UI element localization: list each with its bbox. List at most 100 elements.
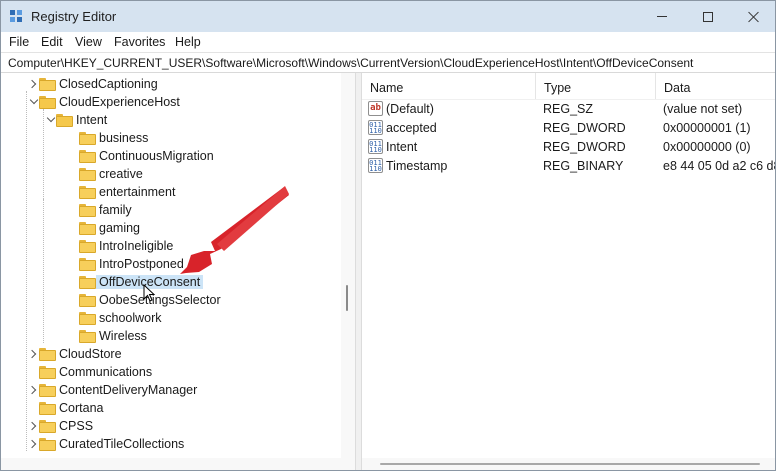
tree-node[interactable]: Wireless bbox=[1, 327, 341, 345]
close-button[interactable] bbox=[731, 1, 775, 32]
tree-node[interactable]: entertainment bbox=[1, 183, 341, 201]
title-bar[interactable]: Registry Editor bbox=[1, 1, 775, 32]
binary-value-icon: 011 110 bbox=[368, 139, 383, 154]
tree-node[interactable]: ContentDeliveryManager bbox=[1, 381, 341, 399]
tree-node-label[interactable]: family bbox=[96, 203, 135, 217]
folder-icon bbox=[79, 168, 96, 181]
tree-node[interactable]: IntroIneligible bbox=[1, 237, 341, 255]
tree-node-label[interactable]: ClosedCaptioning bbox=[56, 77, 161, 91]
value-type: REG_DWORD bbox=[543, 140, 626, 154]
maximize-button[interactable] bbox=[685, 1, 731, 32]
tree-node[interactable]: gaming bbox=[1, 219, 341, 237]
tree-node-label[interactable]: creative bbox=[96, 167, 146, 181]
tree-node[interactable]: Communications bbox=[1, 363, 341, 381]
value-type: REG_BINARY bbox=[543, 159, 624, 173]
tree-node-label[interactable]: Wireless bbox=[96, 329, 150, 343]
folder-icon bbox=[39, 384, 56, 397]
chevron-down-icon[interactable] bbox=[46, 113, 56, 123]
values-list-pane[interactable]: Name Type Data ab (Default) REG_SZ (value n… bbox=[362, 73, 775, 458]
value-row[interactable]: ab (Default) REG_SZ (value not set) bbox=[362, 100, 775, 118]
key-tree-pane[interactable]: ClosedCaptioning CloudExperienceHost Inten… bbox=[1, 73, 355, 470]
tree-node[interactable]: OobeSettingsSelector bbox=[1, 291, 341, 309]
tree-node-label[interactable]: Cortana bbox=[56, 401, 106, 415]
values-horizontal-scrollbar[interactable] bbox=[362, 458, 775, 470]
tree-node-label[interactable]: IntroIneligible bbox=[96, 239, 176, 253]
chevron-right-icon[interactable] bbox=[27, 79, 37, 89]
menu-favorites[interactable]: Favorites bbox=[114, 35, 165, 49]
folder-icon bbox=[79, 294, 96, 307]
chevron-right-icon[interactable] bbox=[27, 349, 37, 359]
folder-icon bbox=[79, 312, 96, 325]
tree-horizontal-scrollbar[interactable] bbox=[1, 458, 355, 470]
column-header-data[interactable]: Data bbox=[656, 73, 775, 99]
tree-node-label[interactable]: CloudStore bbox=[56, 347, 125, 361]
tree-node[interactable]: CuratedTileCollections bbox=[1, 435, 341, 453]
tree-node-label[interactable]: entertainment bbox=[96, 185, 178, 199]
tree-node[interactable]: IntroPostponed bbox=[1, 255, 341, 273]
binary-value-icon: 011 110 bbox=[368, 120, 383, 135]
tree-node[interactable]: Cortana bbox=[1, 399, 341, 417]
value-row[interactable]: 011 110 Intent REG_DWORD 0x00000000 (0) bbox=[362, 138, 775, 156]
chevron-right-icon[interactable] bbox=[27, 385, 37, 395]
menu-help[interactable]: Help bbox=[175, 35, 201, 49]
value-data: 0x00000000 (0) bbox=[663, 140, 751, 154]
tree-node[interactable]: Intent bbox=[1, 111, 341, 129]
tree-node[interactable]: ContinuousMigration bbox=[1, 147, 341, 165]
folder-icon bbox=[79, 204, 96, 217]
tree-scroll-thumb[interactable] bbox=[346, 285, 348, 311]
value-type: REG_DWORD bbox=[543, 121, 626, 135]
tree-node[interactable]: ClosedCaptioning bbox=[1, 75, 341, 93]
tree-node-label[interactable]: Intent bbox=[73, 113, 110, 127]
menu-edit[interactable]: Edit bbox=[41, 35, 63, 49]
folder-icon bbox=[79, 222, 96, 235]
tree-node[interactable]: CloudExperienceHost bbox=[1, 93, 341, 111]
folder-icon bbox=[79, 150, 96, 163]
tree-node-label[interactable]: gaming bbox=[96, 221, 143, 235]
tree-node-label[interactable]: CloudExperienceHost bbox=[56, 95, 183, 109]
address-bar[interactable]: Computer\HKEY_CURRENT_USER\Software\Micr… bbox=[1, 52, 775, 73]
tree-node-label[interactable]: IntroPostponed bbox=[96, 257, 187, 271]
tree-node[interactable]: business bbox=[1, 129, 341, 147]
tree-node-label[interactable]: schoolwork bbox=[96, 311, 165, 325]
folder-icon bbox=[79, 186, 96, 199]
folder-icon bbox=[39, 366, 56, 379]
chevron-right-icon[interactable] bbox=[27, 421, 37, 431]
values-scroll-thumb[interactable] bbox=[380, 463, 760, 465]
minimize-button[interactable] bbox=[639, 1, 685, 32]
value-data: e8 44 05 0d a2 c6 d8 0 bbox=[663, 159, 775, 173]
menu-bar: File Edit View Favorites Help bbox=[1, 32, 775, 52]
tree-node[interactable]: creative bbox=[1, 165, 341, 183]
string-value-icon: ab bbox=[368, 101, 383, 116]
tree-node[interactable]: CPSS bbox=[1, 417, 341, 435]
folder-icon bbox=[39, 438, 56, 451]
tree-node-label[interactable]: business bbox=[96, 131, 151, 145]
tree-node[interactable]: OffDeviceConsent bbox=[1, 273, 341, 291]
menu-view[interactable]: View bbox=[75, 35, 102, 49]
window-title: Registry Editor bbox=[31, 9, 117, 24]
tree-node-label[interactable]: OobeSettingsSelector bbox=[96, 293, 224, 307]
address-path[interactable]: Computer\HKEY_CURRENT_USER\Software\Micr… bbox=[8, 56, 693, 70]
folder-icon bbox=[39, 420, 56, 433]
menu-file[interactable]: File bbox=[9, 35, 29, 49]
tree-node[interactable]: schoolwork bbox=[1, 309, 341, 327]
tree-node[interactable]: CloudStore bbox=[1, 345, 341, 363]
chevron-down-icon[interactable] bbox=[29, 95, 39, 105]
folder-icon bbox=[39, 78, 56, 91]
tree-node-label[interactable]: Communications bbox=[56, 365, 155, 379]
tree-node-label[interactable]: ContentDeliveryManager bbox=[56, 383, 200, 397]
folder-icon bbox=[79, 240, 96, 253]
maximize-icon bbox=[703, 11, 713, 22]
tree-vertical-scrollbar[interactable] bbox=[341, 73, 355, 458]
tree-node-label[interactable]: CPSS bbox=[56, 419, 96, 433]
tree-node-label[interactable]: CuratedTileCollections bbox=[56, 437, 187, 451]
chevron-right-icon[interactable] bbox=[27, 439, 37, 449]
column-header-type[interactable]: Type bbox=[536, 73, 656, 99]
tree-node-label[interactable]: ContinuousMigration bbox=[96, 149, 217, 163]
value-row[interactable]: 011 110 Timestamp REG_BINARY e8 44 05 0d a2 … bbox=[362, 157, 775, 175]
column-header-name[interactable]: Name bbox=[362, 73, 536, 99]
value-row[interactable]: 011 110 accepted REG_DWORD 0x00000001 (1) bbox=[362, 119, 775, 137]
folder-icon bbox=[79, 258, 96, 271]
pane-splitter[interactable] bbox=[355, 73, 362, 470]
folder-icon bbox=[39, 402, 56, 415]
tree-node[interactable]: family bbox=[1, 201, 341, 219]
